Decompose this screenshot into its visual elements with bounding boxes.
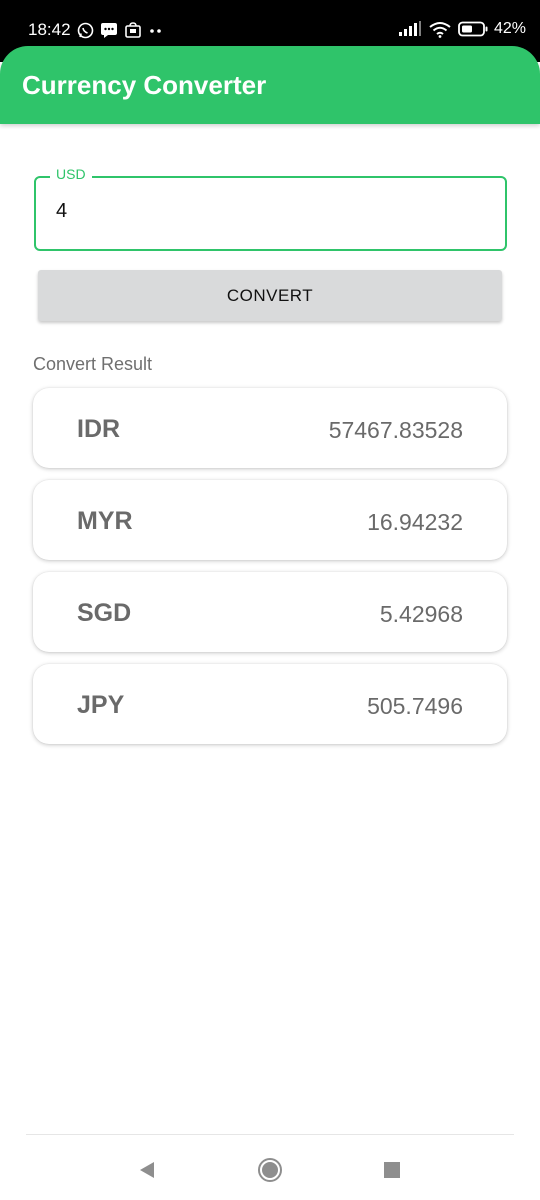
back-button[interactable] — [132, 1155, 162, 1185]
home-button[interactable] — [255, 1155, 285, 1185]
result-card-jpy: JPY 505.7496 — [33, 664, 507, 744]
usd-field-label: USD — [50, 166, 92, 182]
battery-percent: 42% — [493, 20, 526, 37]
status-left: 18:42 — [28, 20, 164, 40]
navigation-bar — [0, 1135, 540, 1200]
recents-button[interactable] — [377, 1155, 407, 1185]
app-bar: Currency Converter — [0, 46, 540, 124]
convert-button[interactable]: CONVERT — [38, 270, 502, 321]
store-icon — [124, 21, 142, 39]
currency-value: 57467.83528 — [328, 417, 463, 443]
recents-icon — [384, 1162, 400, 1178]
signal-icon — [398, 21, 422, 37]
screen: 18:42 42% Currency Converter USD 4 CONVE… — [0, 0, 540, 1200]
usd-amount-field[interactable]: USD — [34, 166, 507, 251]
convert-result-heading: Convert Result — [33, 354, 153, 374]
app-title: Currency Converter — [22, 70, 267, 100]
currency-value: 16.94232 — [367, 509, 463, 535]
currency-value: 5.42968 — [379, 601, 463, 627]
wifi-icon — [428, 21, 452, 38]
currency-code: IDR — [77, 415, 121, 443]
status-time: 18:42 — [28, 20, 71, 39]
result-card-sgd: SGD 5.42968 — [33, 572, 507, 652]
message-icon — [100, 22, 118, 39]
battery-icon — [458, 21, 488, 37]
home-icon — [258, 1158, 282, 1182]
result-card-idr: IDR 57467.83528 — [33, 388, 507, 468]
currency-code: SGD — [77, 599, 132, 627]
status-right: 42% — [398, 20, 526, 38]
dots-icon — [148, 22, 164, 39]
result-card-myr: MYR 16.94232 — [33, 480, 507, 560]
whatsapp-icon — [77, 22, 94, 39]
currency-code: JPY — [77, 691, 125, 719]
usd-amount-input[interactable] — [56, 200, 476, 223]
back-icon — [140, 1162, 154, 1178]
currency-value: 505.7496 — [367, 693, 463, 719]
currency-code: MYR — [77, 507, 133, 535]
results-list: IDR 57467.83528 MYR 16.94232 SGD 5.42968… — [33, 388, 507, 756]
